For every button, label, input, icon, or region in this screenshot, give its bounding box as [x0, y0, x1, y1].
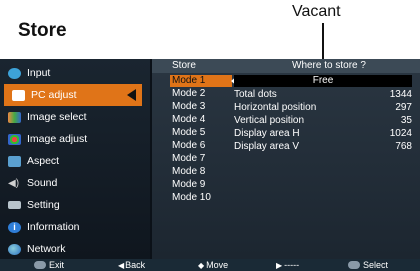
info-row-display-area-v: Display area V 768	[234, 141, 412, 153]
footer-next: ▶ -----	[276, 259, 299, 271]
info-label: Display area V	[234, 141, 300, 152]
mode-item-4[interactable]: Mode 4	[172, 114, 232, 126]
footer-move-label: Move	[206, 260, 229, 270]
setting-icon	[8, 201, 21, 209]
vacant-status-bar: Free	[234, 75, 412, 87]
sidebar-item-sound[interactable]: ◀) Sound	[0, 172, 150, 194]
sidebar-item-input[interactable]: Input	[0, 62, 150, 84]
mode-item-1[interactable]: Mode 1	[170, 75, 232, 87]
pc-adjust-icon	[12, 89, 25, 101]
sidebar-item-label: Image adjust	[27, 133, 88, 145]
sidebar-item-setting[interactable]: Setting	[0, 194, 150, 216]
info-label: Vertical position	[234, 115, 305, 126]
image-adjust-icon	[8, 133, 21, 145]
info-value: 35	[400, 115, 412, 126]
up-down-arrow-icon: ◆	[198, 260, 205, 270]
info-row-total-dots: Total dots 1344	[234, 89, 412, 101]
footer-hint-bar: Exit ◀ Back ◆ Move ▶ ----- Select	[0, 259, 420, 271]
selected-arrow-icon	[127, 89, 136, 101]
footer-back-label: Back	[125, 260, 146, 270]
mode-item-9[interactable]: Mode 9	[172, 179, 232, 191]
ok-button-icon	[348, 261, 360, 269]
sound-icon: ◀)	[8, 177, 20, 189]
mode-item-5[interactable]: Mode 5	[172, 127, 232, 139]
info-row-display-area-h: Display area H 1024	[234, 128, 412, 140]
menu-button-icon	[34, 261, 46, 269]
image-select-icon	[8, 111, 21, 123]
sidebar-item-label: PC adjust	[31, 89, 77, 101]
sidebar-item-label: Network	[27, 243, 66, 255]
info-row-horizontal-position: Horizontal position 297	[234, 102, 412, 114]
footer-select[interactable]: Select	[348, 259, 388, 271]
footer-move: ◆ Move	[198, 259, 228, 271]
where-to-store-heading: Where to store ?	[292, 60, 366, 71]
sidebar-item-label: Setting	[27, 199, 60, 211]
sidebar-item-label: Aspect	[27, 155, 60, 167]
footer-next-label: -----	[284, 260, 300, 270]
footer-exit-label: Exit	[49, 260, 65, 270]
sidebar-item-information[interactable]: i Information	[0, 216, 150, 238]
sidebar-item-image-adjust[interactable]: Image adjust	[0, 128, 150, 150]
sidebar-item-network[interactable]: Network	[0, 238, 150, 260]
info-label: Total dots	[234, 89, 277, 100]
sidebar-item-aspect[interactable]: Aspect	[0, 150, 150, 172]
right-arrow-icon: ▶	[276, 260, 283, 270]
network-icon	[8, 243, 21, 255]
mode-item-2[interactable]: Mode 2	[172, 88, 232, 100]
mode-item-3[interactable]: Mode 3	[172, 101, 232, 113]
info-value: 1024	[389, 128, 412, 139]
sidebar-item-label: Information	[27, 221, 80, 233]
aspect-icon	[8, 155, 21, 167]
page-title: Store	[18, 20, 67, 41]
sidebar-item-pc-adjust[interactable]: PC adjust	[4, 84, 142, 106]
footer-exit[interactable]: Exit	[34, 259, 64, 271]
vacant-callout: Vacant	[292, 3, 341, 20]
footer-back[interactable]: ◀ Back	[118, 259, 145, 271]
sidebar-item-label: Image select	[27, 111, 87, 123]
store-submenu: Store Where to store ? Mode 1 Mode 2 Mod…	[152, 59, 420, 259]
back-arrow-icon: ◀	[118, 260, 125, 270]
info-label: Display area H	[234, 128, 300, 139]
submenu-header: Store Where to store ?	[152, 59, 420, 73]
submenu-title: Store	[172, 60, 196, 71]
sidebar-item-label: Sound	[27, 177, 58, 189]
mode-item-8[interactable]: Mode 8	[172, 166, 232, 178]
sidebar: Input PC adjust Image select Image adjus…	[0, 59, 150, 259]
mode-item-7[interactable]: Mode 7	[172, 153, 232, 165]
sidebar-item-image-select[interactable]: Image select	[0, 106, 150, 128]
footer-select-label: Select	[363, 260, 389, 270]
input-icon	[8, 67, 21, 79]
info-row-vertical-position: Vertical position 35	[234, 115, 412, 127]
mode-item-6[interactable]: Mode 6	[172, 140, 232, 152]
info-label: Horizontal position	[234, 102, 317, 113]
mode-item-10[interactable]: Mode 10	[172, 192, 232, 204]
info-value: 768	[395, 141, 412, 152]
information-icon: i	[8, 221, 21, 233]
info-value: 297	[395, 102, 412, 113]
sidebar-item-label: Input	[27, 67, 51, 79]
info-value: 1344	[389, 89, 412, 100]
projector-menu-screen: Input PC adjust Image select Image adjus…	[0, 59, 420, 271]
